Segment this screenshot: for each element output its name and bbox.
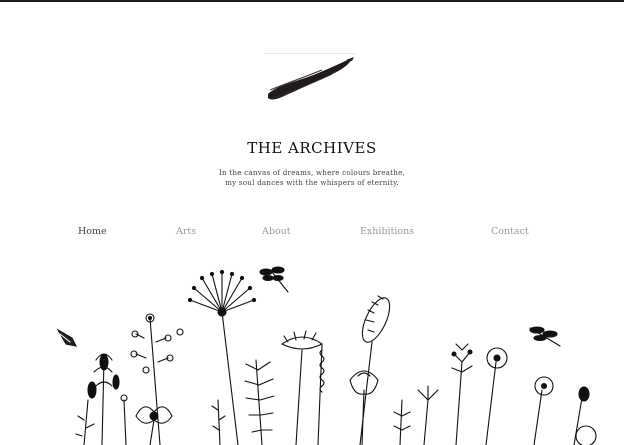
nav-item-contact[interactable]: Contact <box>491 226 529 237</box>
site-title: THE ARCHIVES <box>247 139 377 157</box>
daisy-cluster-icon <box>280 330 324 445</box>
nav-item-home[interactable]: Home <box>78 226 107 237</box>
top-border <box>0 0 624 2</box>
wildflower-illustration-icon <box>56 266 597 445</box>
tagline-line-2: my soul dances with the whispers of eter… <box>225 177 399 187</box>
dragonfly-icon <box>259 266 289 293</box>
nav-item-exhibitions[interactable]: Exhibitions <box>360 226 414 237</box>
tagline-line-1: In the canvas of dreams, where colours b… <box>218 168 406 177</box>
wildflower-group-right-icon <box>393 343 597 445</box>
nav-item-about[interactable]: About <box>262 226 291 237</box>
nav-item-arts[interactable]: Arts <box>176 226 196 237</box>
fern-icon <box>244 359 275 445</box>
lavender-icon <box>317 344 325 445</box>
main-navigation: Home Arts About Exhibitions Contact <box>0 226 624 242</box>
allium-flower-icon <box>187 269 257 445</box>
brush-stroke-logo-icon[interactable] <box>262 52 358 110</box>
site-tagline: In the canvas of dreams, where colours b… <box>0 168 624 187</box>
dragonfly-right-icon <box>529 326 561 347</box>
wildflower-group-left-icon <box>75 313 226 445</box>
moth-icon <box>56 328 77 347</box>
